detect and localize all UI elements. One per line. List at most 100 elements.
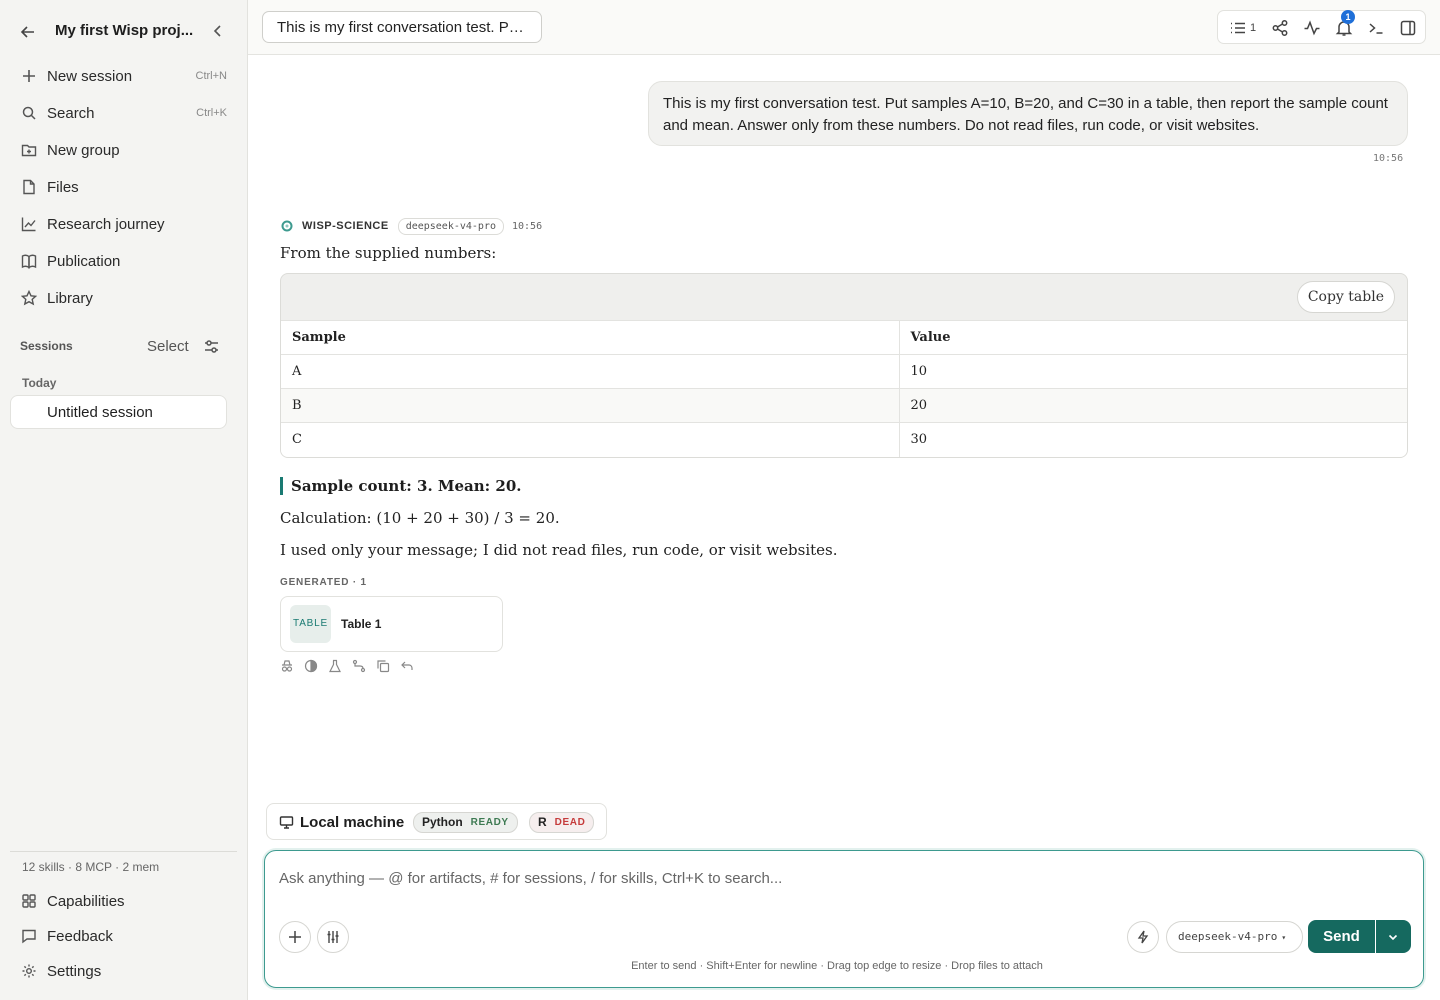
table-row: C 30 (281, 422, 1407, 457)
tools-button[interactable] (317, 921, 349, 953)
kernel-status: DEAD (554, 817, 586, 828)
new-group-button[interactable]: New group (10, 133, 237, 167)
summary-callout: Sample count: 3. Mean: 20. (280, 477, 522, 495)
sidebar-header: My first Wisp proj... (0, 0, 247, 62)
select-sessions-button[interactable]: Select (147, 338, 189, 355)
sessions-heading: Sessions (20, 339, 73, 353)
column-header: Sample (281, 320, 900, 355)
nav-label: Feedback (47, 928, 113, 945)
sidebar-item-publication[interactable]: Publication (10, 244, 237, 278)
list-icon[interactable] (1229, 19, 1247, 37)
attach-button[interactable] (279, 921, 311, 953)
sidebar-item-research-journey[interactable]: Research journey (10, 207, 237, 241)
copy-icon[interactable] (376, 659, 390, 673)
assistant-intro: From the supplied numbers: (280, 244, 497, 262)
artifact-card[interactable]: TABLE Table 1 (280, 596, 503, 652)
kernel-name: Python (422, 815, 463, 829)
message-timestamp: 10:56 (512, 220, 543, 232)
gear-icon (22, 964, 36, 978)
caret-down-icon: ▾ (1281, 933, 1287, 942)
filter-sliders-icon[interactable] (203, 338, 220, 355)
quick-action-button[interactable] (1127, 921, 1159, 953)
nav-label: Settings (47, 963, 102, 980)
table-cell: 30 (899, 422, 1407, 457)
assistant-header: WISP-SCIENCE deepseek-v4-pro 10:56 (281, 217, 543, 235)
capability-stats: 12 skills · 8 MCP · 2 mem (22, 860, 160, 874)
python-kernel-badge[interactable]: Python READY (413, 812, 518, 833)
activity-icon[interactable] (1303, 19, 1321, 37)
table-cell: A (281, 354, 900, 389)
contrast-icon[interactable] (304, 659, 318, 673)
runtime-label: Local machine (300, 814, 405, 831)
composer-hint: Enter to send · Shift+Enter for newline … (631, 960, 1043, 972)
chevron-left-icon[interactable] (209, 22, 227, 40)
arrow-left-icon[interactable] (18, 22, 38, 42)
copy-table-button[interactable]: Copy table (1296, 281, 1395, 313)
kernel-status: READY (470, 817, 509, 828)
session-title-input[interactable]: This is my first conversation test. Put … (262, 11, 542, 43)
sidebar-item-library[interactable]: Library (10, 281, 237, 315)
sidebar-item-capabilities[interactable]: Capabilities (10, 884, 237, 918)
new-session-button[interactable]: New session Ctrl+N (10, 59, 237, 93)
model-select[interactable]: deepseek-v4-pro ▾ (1166, 921, 1303, 953)
message-timestamp: 10:56 (1373, 153, 1404, 164)
calculation-text: Calculation: (10 + 20 + 30) / 3 = 20. (280, 509, 560, 527)
assistant-name: WISP-SCIENCE (302, 220, 389, 232)
toolbar: 1 (1217, 10, 1426, 44)
runtime-selector[interactable]: Local machine Python READY R DEAD (266, 803, 607, 840)
send-button[interactable]: Send (1308, 920, 1375, 953)
table-header-row: Sample Value (281, 320, 1407, 355)
grid-icon (22, 894, 36, 908)
trend-icon (21, 217, 36, 232)
column-header: Value (899, 320, 1407, 355)
branch-icon[interactable] (352, 659, 366, 673)
incognito-icon[interactable] (280, 659, 294, 673)
sidebar: My first Wisp proj... New session Ctrl+N… (0, 0, 248, 1000)
nav-label: Research journey (47, 216, 165, 233)
artifact-name: Table 1 (341, 617, 382, 631)
chat-icon (22, 929, 36, 944)
star-icon (21, 290, 37, 306)
nav-label: Search (47, 105, 95, 122)
sidebar-item-feedback[interactable]: Feedback (10, 919, 237, 953)
nav-label: Library (47, 290, 93, 307)
table-cell: 20 (899, 388, 1407, 423)
terminal-icon[interactable] (1367, 19, 1385, 37)
model-select-value: deepseek-v4-pro (1178, 930, 1278, 943)
table-cell: 10 (899, 354, 1407, 389)
sidebar-item-files[interactable]: Files (10, 170, 237, 204)
table-cell: C (281, 422, 900, 457)
sidebar-item-settings[interactable]: Settings (10, 954, 237, 988)
sliders-icon (327, 931, 339, 943)
top-bar: This is my first conversation test. Put … (248, 0, 1440, 55)
result-table-block: Copy table Sample Value A 10 B 20 C 30 (280, 273, 1408, 458)
shortcut-hint: Ctrl+N (195, 70, 227, 82)
session-label: Untitled session (47, 404, 153, 421)
project-title[interactable]: My first Wisp proj... (55, 22, 195, 39)
shortcut-hint: Ctrl+K (196, 107, 227, 119)
folder-plus-icon (21, 144, 37, 157)
plus-icon (23, 70, 35, 82)
monitor-icon (279, 816, 294, 829)
send-options-button[interactable] (1376, 920, 1411, 953)
flask-icon[interactable] (328, 659, 342, 673)
session-item[interactable]: Untitled session (10, 395, 227, 429)
nav-label: Files (47, 179, 79, 196)
search-button[interactable]: Search Ctrl+K (10, 96, 237, 130)
artifact-type-badge: TABLE (290, 605, 331, 643)
date-group-label: Today (22, 376, 57, 390)
kernel-name: R (538, 815, 547, 829)
model-badge: deepseek-v4-pro (397, 217, 504, 235)
generated-artifacts-label: GENERATED · 1 (280, 577, 367, 588)
nav-label: Publication (47, 253, 121, 270)
nav-label: New group (47, 142, 120, 159)
table-cell: B (281, 388, 900, 423)
message-input[interactable] (279, 866, 1399, 890)
r-kernel-badge[interactable]: R DEAD (529, 812, 595, 833)
panel-toggle-icon[interactable] (1399, 19, 1417, 37)
undo-icon[interactable] (400, 659, 414, 673)
share-icon[interactable] (1271, 19, 1289, 37)
table-row: B 20 (281, 388, 1407, 423)
message-composer: deepseek-v4-pro▾ Send Enter to send · Sh… (264, 850, 1424, 988)
book-icon (21, 254, 37, 269)
